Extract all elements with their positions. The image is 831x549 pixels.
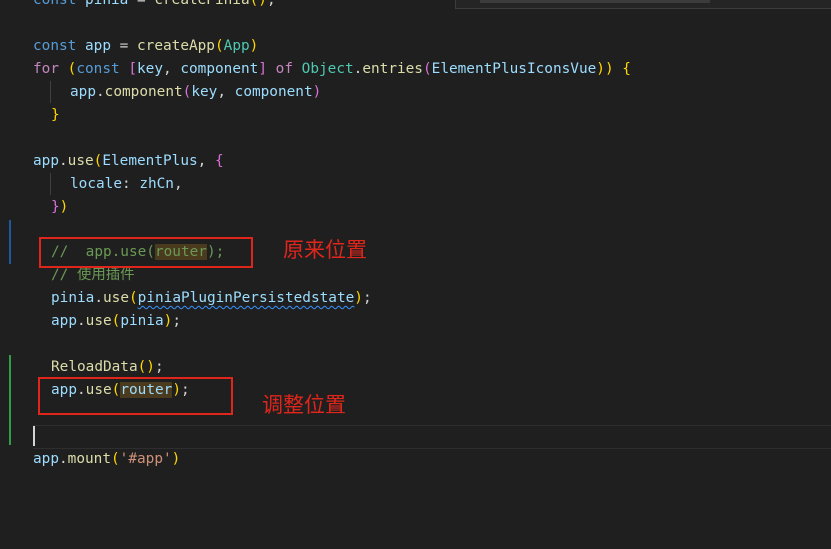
code-line-1[interactable]: const pinia = createPinia(); <box>33 0 276 11</box>
find-input[interactable] <box>480 0 710 3</box>
code-line-5[interactable]: app.component(key, component) <box>70 81 321 103</box>
adjusted-position-label: 调整位置 <box>262 393 346 417</box>
indent-guide <box>50 173 51 195</box>
code-line-9[interactable]: locale: zhCn, <box>70 173 183 195</box>
code-line-17[interactable]: ReloadData(); <box>51 356 164 378</box>
text-cursor <box>33 426 35 446</box>
code-line-8[interactable]: app.use(ElementPlus, { <box>33 150 224 172</box>
gutter-change-indicator <box>9 220 11 264</box>
adjusted-position-box <box>38 377 233 415</box>
code-editor[interactable]: const pinia = createPinia(); const app =… <box>0 0 831 549</box>
code-line-14[interactable]: pinia.use(piniaPluginPersistedstate); <box>51 287 372 309</box>
code-line-15[interactable]: app.use(pinia); <box>51 310 181 332</box>
find-widget[interactable] <box>455 0 831 9</box>
code-line-4[interactable]: for (const [key, component] of Object.en… <box>33 58 631 80</box>
original-position-label: 原来位置 <box>283 238 367 262</box>
code-line-6[interactable]: } <box>51 104 60 126</box>
code-line-3[interactable]: const app = createApp(App) <box>33 35 258 57</box>
current-line-highlight <box>33 425 831 449</box>
original-position-box <box>39 237 253 268</box>
gutter-change-indicator <box>9 355 11 445</box>
indent-guide <box>50 81 51 103</box>
code-line-10[interactable]: }) <box>51 196 68 218</box>
code-line-20[interactable]: app.mount('#app') <box>33 448 180 470</box>
